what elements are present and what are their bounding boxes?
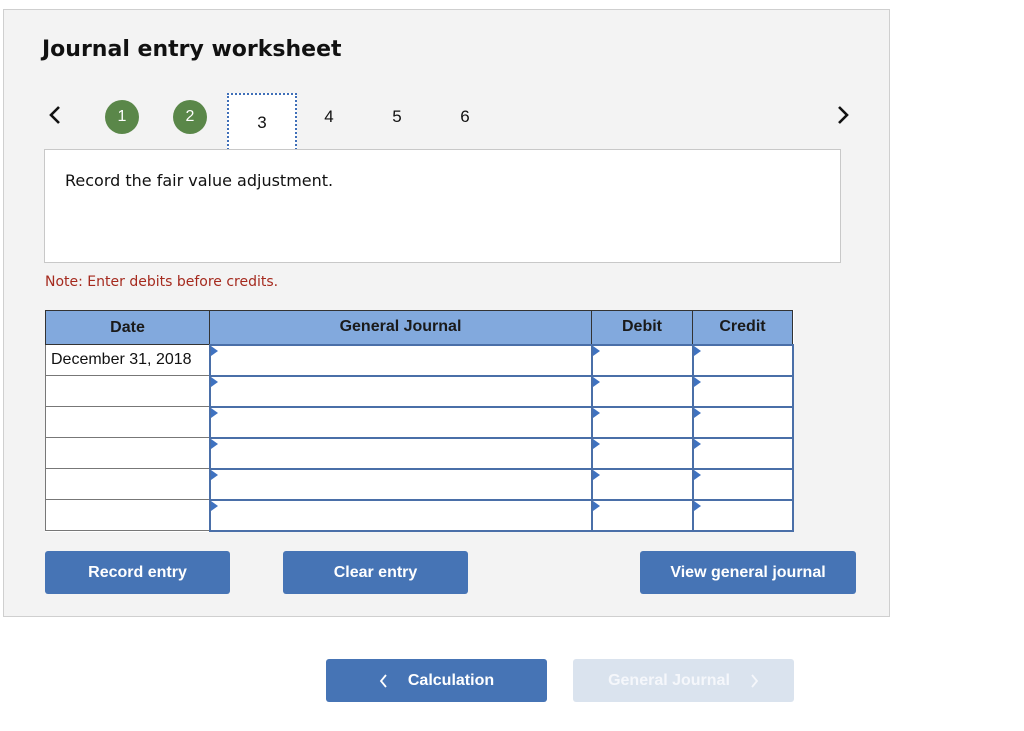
dropdown-marker-icon (693, 376, 701, 387)
header-general-journal: General Journal (209, 310, 592, 345)
credit-input[interactable] (693, 469, 792, 499)
journal-header-row: Date General Journal Debit Credit (45, 310, 793, 345)
step-2[interactable]: 2 (173, 100, 207, 134)
journal-credit-cell (691, 467, 794, 501)
prompt-text: Record the fair value adjustment. (65, 171, 334, 190)
journal-credit-cell (691, 374, 794, 408)
journal-debit-cell (590, 467, 694, 501)
account-input[interactable] (210, 345, 591, 375)
credit-input[interactable] (693, 345, 792, 375)
journal-debit-cell (590, 498, 694, 532)
account-input[interactable] (210, 407, 591, 437)
journal-credit-cell (691, 343, 794, 377)
note-text: Note: Enter debits before credits. (45, 274, 279, 290)
chevron-right-icon (751, 673, 759, 688)
account-input[interactable] (210, 500, 591, 530)
dropdown-marker-icon (693, 407, 701, 418)
page-title: Journal entry worksheet (42, 37, 342, 62)
debit-input[interactable] (592, 469, 692, 499)
journal-date-cell (45, 406, 210, 438)
header-credit: Credit (692, 310, 793, 345)
dropdown-marker-icon (693, 345, 701, 356)
dropdown-marker-icon (210, 438, 218, 449)
credit-input[interactable] (693, 407, 792, 437)
debit-input[interactable] (592, 407, 692, 437)
journal-date-cell (45, 375, 210, 407)
credit-input[interactable] (693, 500, 792, 530)
dropdown-marker-icon (210, 469, 218, 480)
dropdown-marker-icon (210, 407, 218, 418)
journal-credit-cell (691, 405, 794, 439)
worksheet-panel: Journal entry worksheet 1 2 3 4 5 6 Reco… (3, 9, 890, 617)
journal-account-cell (208, 374, 593, 408)
journal-debit-cell (590, 405, 694, 439)
dropdown-marker-icon (592, 500, 600, 511)
account-input[interactable] (210, 376, 591, 406)
next-section-label: General Journal (608, 671, 730, 689)
record-entry-button[interactable]: Record entry (45, 551, 230, 594)
journal-row (45, 436, 794, 470)
debit-input[interactable] (592, 500, 692, 530)
dropdown-marker-icon (592, 345, 600, 356)
next-step-button[interactable] (830, 98, 856, 132)
dropdown-marker-icon (592, 469, 600, 480)
prev-step-button[interactable] (42, 98, 68, 132)
account-input[interactable] (210, 469, 591, 499)
journal-date-cell: December 31, 2018 (45, 344, 210, 376)
step-3[interactable]: 3 (227, 93, 297, 153)
journal-account-cell (208, 343, 593, 377)
view-general-journal-button[interactable]: View general journal (640, 551, 856, 594)
journal-row (45, 498, 794, 532)
journal-debit-cell (590, 436, 694, 470)
next-section-button: General Journal (573, 659, 794, 702)
prev-section-label: Calculation (407, 671, 495, 689)
journal-credit-cell (691, 436, 794, 470)
step-1[interactable]: 1 (105, 100, 139, 134)
chevron-right-icon (838, 106, 849, 124)
debit-input[interactable] (592, 345, 692, 375)
journal-account-cell (208, 467, 593, 501)
journal-credit-cell (691, 498, 794, 532)
journal-debit-cell (590, 343, 694, 377)
prev-section-button[interactable]: Calculation (326, 659, 547, 702)
journal-table: Date General Journal Debit Credit Decemb… (45, 310, 794, 532)
journal-row (45, 467, 794, 501)
credit-input[interactable] (693, 376, 792, 406)
journal-date-cell (45, 437, 210, 469)
dropdown-marker-icon (210, 500, 218, 511)
account-input[interactable] (210, 438, 591, 468)
dropdown-marker-icon (210, 376, 218, 387)
dropdown-marker-icon (592, 376, 600, 387)
journal-date-cell (45, 499, 210, 531)
dropdown-marker-icon (693, 469, 701, 480)
header-date: Date (45, 310, 210, 345)
chevron-left-icon (379, 673, 387, 688)
prompt-box: Record the fair value adjustment. (44, 149, 841, 263)
dropdown-marker-icon (210, 345, 218, 356)
journal-account-cell (208, 405, 593, 439)
journal-date-cell (45, 468, 210, 500)
clear-entry-button[interactable]: Clear entry (283, 551, 468, 594)
header-debit: Debit (591, 310, 693, 345)
journal-account-cell (208, 498, 593, 532)
debit-input[interactable] (592, 438, 692, 468)
dropdown-marker-icon (592, 407, 600, 418)
journal-row (45, 405, 794, 439)
step-6[interactable]: 6 (448, 100, 482, 134)
dropdown-marker-icon (592, 438, 600, 449)
chevron-left-icon (49, 106, 60, 124)
step-5[interactable]: 5 (380, 100, 414, 134)
debit-input[interactable] (592, 376, 692, 406)
dropdown-marker-icon (693, 500, 701, 511)
journal-row (45, 374, 794, 408)
journal-account-cell (208, 436, 593, 470)
journal-debit-cell (590, 374, 694, 408)
journal-row: December 31, 2018 (45, 343, 794, 377)
credit-input[interactable] (693, 438, 792, 468)
dropdown-marker-icon (693, 438, 701, 449)
step-4[interactable]: 4 (312, 100, 346, 134)
